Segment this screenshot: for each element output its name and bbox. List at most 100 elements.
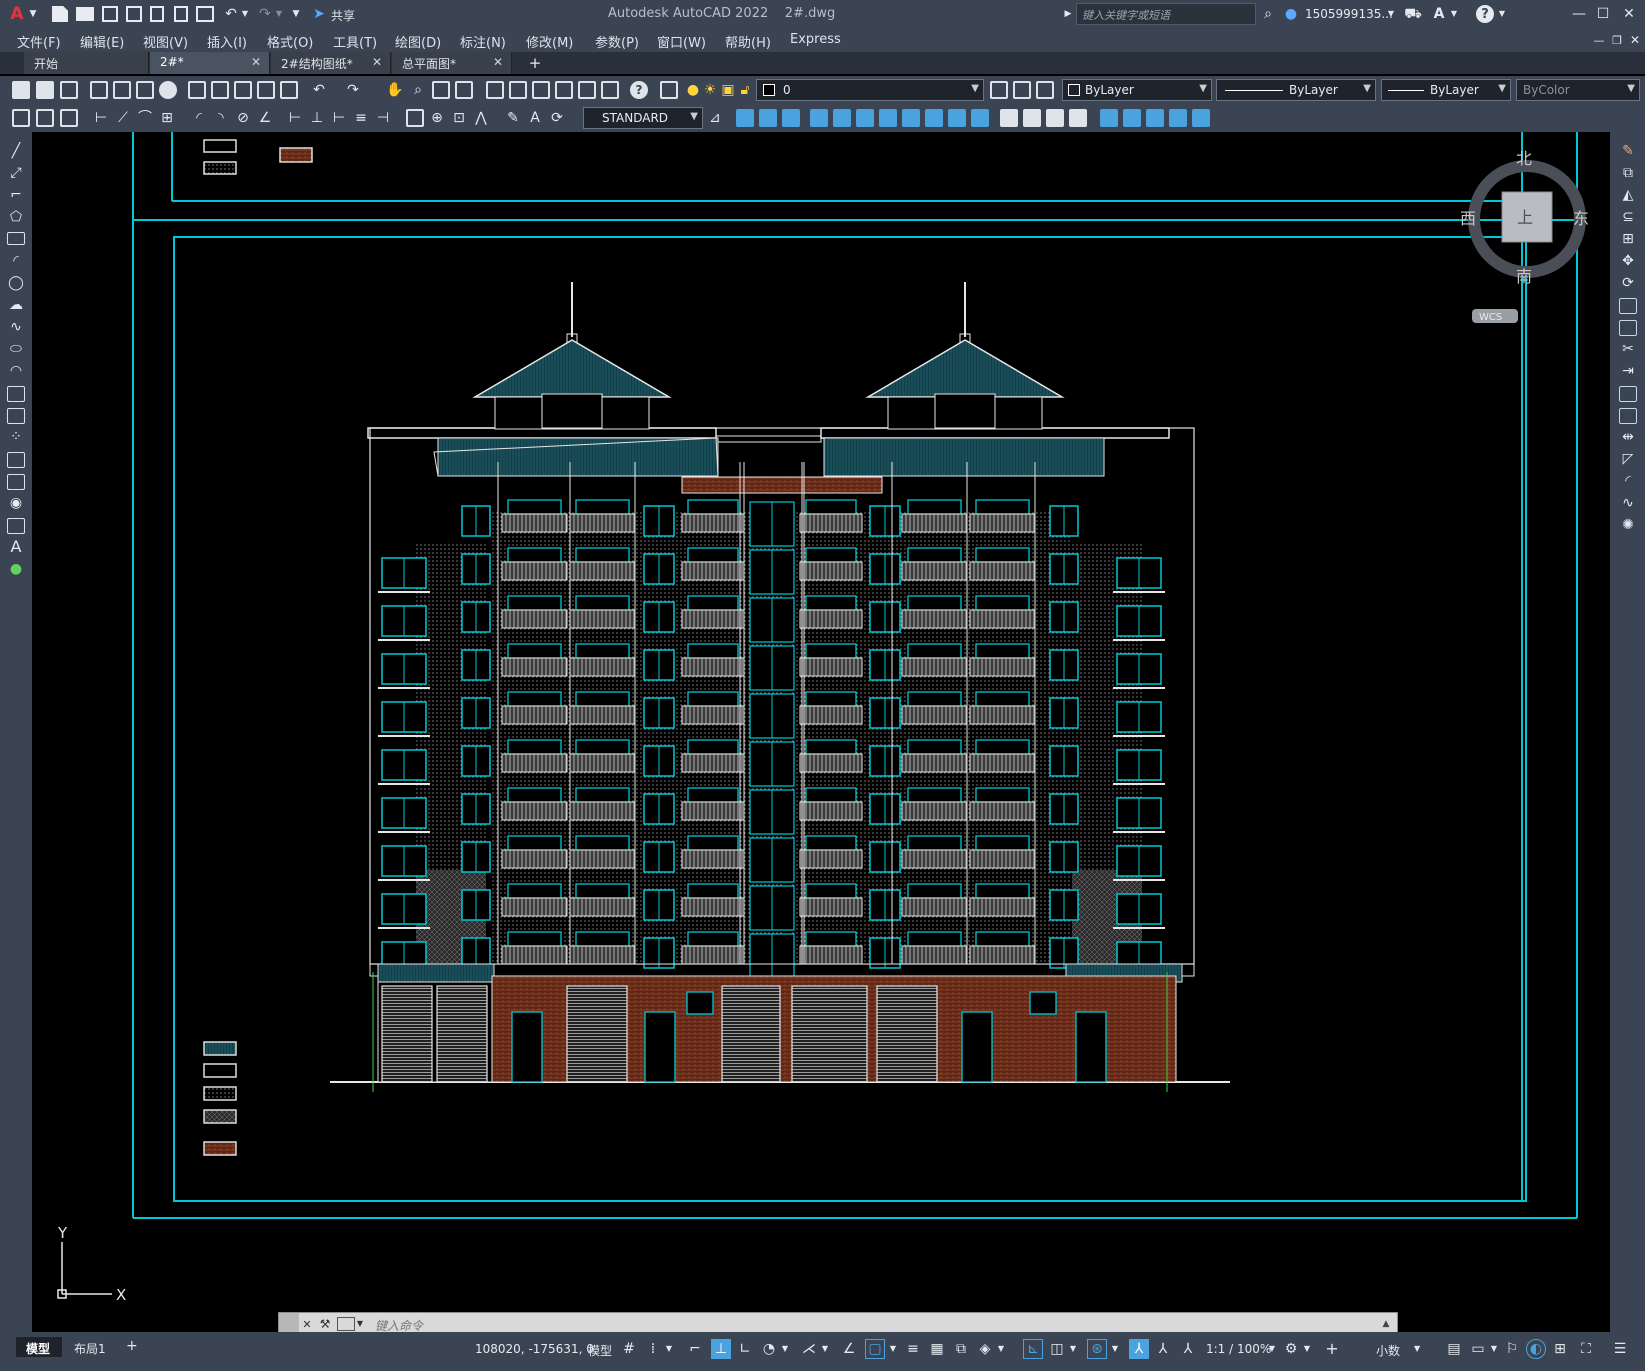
dynamic-ucs-icon[interactable]: ⊾ [1023,1339,1043,1359]
3d-rotate-icon[interactable] [856,109,874,127]
dimension-style-icon[interactable]: ⊿ [706,109,724,127]
chamfer-edge-icon[interactable] [1192,109,1210,127]
object-snap-icon[interactable]: ▢ [865,1339,885,1359]
thicken-icon[interactable] [1023,109,1041,127]
menu-help[interactable]: 帮助(H) [725,32,771,51]
design-center-icon[interactable] [509,81,527,99]
close-icon[interactable]: ✕ [372,55,382,69]
hatch-edit-icon[interactable] [12,109,30,127]
add-layout-button[interactable]: + [126,1338,138,1354]
menu-parametric[interactable]: 参数(P) [595,32,639,51]
quick-dimension-icon[interactable]: ⊢ [286,109,304,127]
3d-mirror-icon[interactable] [902,109,920,127]
model-space-toggle[interactable]: 模型 [588,1342,612,1359]
tab-start[interactable]: 开始 [24,52,149,74]
redo-icon[interactable]: ↷ [344,81,362,99]
continue-dimension-icon[interactable]: ⊢ [330,109,348,127]
layer-previous-icon[interactable] [1013,81,1031,99]
save-icon[interactable] [60,81,78,99]
region-icon[interactable]: ◉ [7,494,25,512]
menu-icon[interactable]: ☰ [1612,1341,1628,1357]
chevron-down-icon[interactable]: ▼ [1111,1344,1119,1354]
layer-state-icon[interactable] [1036,81,1054,99]
line-icon[interactable]: ╱ [7,142,25,160]
linetype-dropdown[interactable]: ByLayer ▼ [1216,79,1376,101]
rectangle-icon[interactable] [7,232,25,245]
coordinates-readout[interactable]: 108020, -175631, 0 [475,1342,594,1356]
dimension-update-icon[interactable]: ⟳ [548,109,566,127]
maximize-button[interactable]: ☐ [1594,5,1612,23]
menu-modify[interactable]: 修改(M) [526,32,573,51]
zoom-window-icon[interactable] [432,81,450,99]
chevron-down-icon[interactable]: ▼ [1387,9,1395,19]
menu-tools[interactable]: 工具(T) [333,32,377,51]
dimension-space-icon[interactable]: ≡ [352,109,370,127]
join-icon[interactable]: ⇹ [1619,428,1637,446]
sheet-set-icon[interactable] [555,81,573,99]
make-block-icon[interactable] [7,408,25,424]
ellipse-icon[interactable]: ⬭ [7,340,25,358]
jogged-linear-icon[interactable]: ⋀ [472,109,490,127]
chevron-down-icon[interactable]: ▼ [1268,1344,1276,1354]
minimize-button[interactable]: — [1570,5,1588,23]
gradient-icon[interactable] [7,474,25,490]
presspull-icon[interactable] [971,109,989,127]
tool-palettes-icon[interactable] [532,81,550,99]
tab-site-plan[interactable]: 总平面图* ✕ [392,52,512,74]
fillet-icon[interactable]: ◜ [1619,472,1637,490]
break-at-point-icon[interactable] [1619,386,1637,402]
chevron-down-icon[interactable]: ▼ [275,9,283,19]
new-file-icon[interactable] [52,6,68,22]
circle-icon[interactable]: ◯ [7,274,25,292]
autocad-logo-icon[interactable]: A [6,4,28,24]
ortho-mode-icon[interactable]: ∟ [737,1341,753,1357]
help-icon[interactable]: ? [630,81,648,99]
isometric-drafting-icon[interactable]: ⋌ [801,1341,817,1357]
separate-icon[interactable] [1069,109,1087,127]
chevron-down-icon[interactable]: ▼ [1498,9,1506,19]
center-mark-icon[interactable]: ⊕ [428,109,446,127]
clean-icon[interactable] [1146,109,1164,127]
hardware-acceleration-icon[interactable]: ◐ [1526,1339,1546,1359]
annotation-visibility-icon[interactable]: ⅄ [1129,1339,1149,1359]
undo-icon[interactable]: ↶ [222,5,240,23]
grid-icon[interactable]: # [621,1341,637,1357]
offset-icon[interactable]: ⊆ [1619,208,1637,226]
inspect-icon[interactable]: ⊡ [450,109,468,127]
explode-icon[interactable]: ✺ [1619,516,1637,534]
annotation-scale-icon[interactable]: ⅄ [1180,1341,1196,1357]
drawing-canvas[interactable]: Y X 北 南 西 东 上 WCS ✕ ⚒ ▼ 键入命令 ▲ [32,132,1610,1332]
jogged-dimension-icon[interactable]: ◝ [212,109,230,127]
infer-constraints-icon[interactable]: ⌐ [687,1341,703,1357]
selection-cycling-icon[interactable]: ⧉ [953,1341,969,1357]
dynamic-input-icon[interactable]: ⊥ [711,1339,731,1359]
lineweight-icon[interactable]: ≡ [905,1341,921,1357]
break-icon[interactable] [1619,408,1637,424]
command-line[interactable]: ✕ ⚒ ▼ 键入命令 ▲ [278,1312,1398,1332]
pan-icon[interactable]: ✋ [386,81,404,99]
clean-screen-icon[interactable]: ⊞ [1552,1341,1568,1357]
polyline-icon[interactable]: ⌐ [7,186,25,204]
blend-curves-icon[interactable]: ∿ [1619,494,1637,512]
erase-icon[interactable]: ✎ [1619,142,1637,160]
check-icon[interactable] [1123,109,1141,127]
chevron-down-icon[interactable]: ▼ [28,7,38,21]
plot-icon[interactable] [196,6,214,22]
3d-array-icon[interactable] [925,109,943,127]
search-input[interactable]: 键入关键字或短语 [1076,3,1256,25]
ellipse-arc-icon[interactable]: ◠ [7,362,25,380]
chevron-down-icon[interactable]: ▼ [356,1318,364,1330]
new-icon[interactable] [12,81,30,99]
markup-icon[interactable] [578,81,596,99]
array-icon[interactable]: ⊞ [1619,230,1637,248]
3d-intersect-icon[interactable] [810,109,828,127]
3d-move-icon[interactable] [833,109,851,127]
menu-edit[interactable]: 编辑(E) [80,32,124,51]
wrench-icon[interactable]: ⚒ [317,1316,333,1332]
match-properties-icon[interactable] [257,81,275,99]
auto-scale-icon[interactable]: ⅄ [1155,1341,1171,1357]
chevron-down-icon[interactable]: ▼ [889,1344,897,1354]
gizmo-icon[interactable]: ⊛ [1087,1339,1107,1359]
scale-icon[interactable] [1619,298,1637,314]
baseline-dimension-icon[interactable]: ⊥ [308,109,326,127]
